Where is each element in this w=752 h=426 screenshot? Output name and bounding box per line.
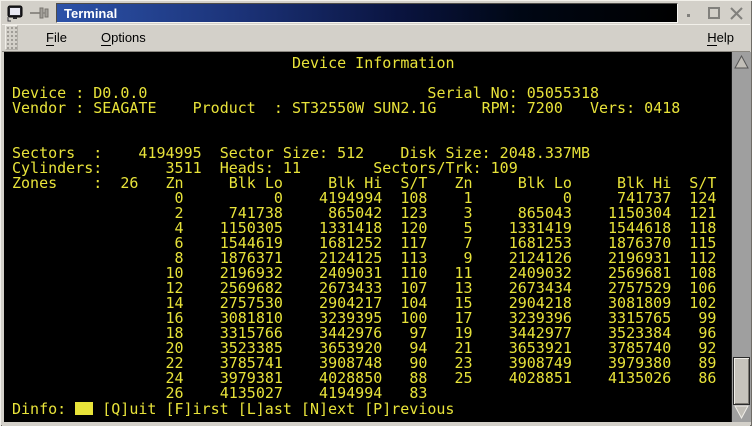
- menu-file-mnemonic: F: [46, 30, 54, 46]
- pushpin-icon[interactable]: [28, 3, 52, 23]
- terminal-line: Device Information: [12, 56, 731, 71]
- menu-help[interactable]: Help: [701, 27, 740, 48]
- close-icon: [729, 6, 744, 21]
- menu-help-mnemonic: H: [707, 30, 716, 46]
- terminal-line: 26 4135027 4194994 83: [12, 386, 731, 401]
- scrollbar-thumb[interactable]: [733, 357, 750, 405]
- minimize-icon: [685, 6, 699, 20]
- window-title: Terminal: [64, 6, 117, 21]
- menubar: File Options Help: [2, 24, 750, 52]
- terminal-output: Device InformationDevice : D0.0.0 Serial…: [12, 56, 731, 401]
- scroll-down-button[interactable]: [732, 403, 751, 421]
- window-controls: [682, 5, 750, 21]
- vertical-scrollbar[interactable]: [731, 52, 751, 422]
- menu-options-mnemonic: O: [101, 30, 111, 46]
- text-cursor: [75, 402, 93, 415]
- scroll-up-button[interactable]: [732, 53, 751, 71]
- close-button[interactable]: [728, 5, 744, 21]
- window-bottom-border: [2, 422, 750, 426]
- menu-options-label: ptions: [111, 30, 146, 45]
- terminal-line: Vendor : SEAGATE Product : ST32550W SUN2…: [12, 101, 731, 116]
- window-title-area[interactable]: Terminal: [56, 3, 678, 23]
- pushpin-icon-glyph: [29, 6, 51, 20]
- monitor-icon-glyph: [7, 5, 24, 22]
- maximize-icon: [707, 6, 721, 20]
- prompt-commands: [Q]uit [F]irst [L]ast [N]ext [P]revious: [93, 400, 454, 418]
- menu-options[interactable]: Options: [95, 27, 152, 48]
- menu-file[interactable]: File: [40, 27, 73, 48]
- prompt-line: Dinfo: [Q]uit [F]irst [L]ast [N]ext [P]r…: [12, 401, 731, 416]
- arrow-up-icon: [734, 55, 749, 69]
- terminal-window: Terminal File Options: [0, 0, 752, 426]
- minimize-button[interactable]: [684, 5, 700, 21]
- menu-file-label: ile: [54, 30, 67, 45]
- maximize-button[interactable]: [706, 5, 722, 21]
- menu-help-label: elp: [717, 30, 734, 45]
- terminal-screen[interactable]: Device InformationDevice : D0.0.0 Serial…: [4, 52, 731, 422]
- arrow-down-icon: [734, 405, 749, 419]
- prompt-label: Dinfo:: [12, 400, 75, 418]
- terminal-line: [12, 116, 731, 131]
- terminal-app-icon[interactable]: [5, 3, 25, 23]
- menubar-drag-handle[interactable]: [5, 25, 18, 50]
- titlebar[interactable]: Terminal: [2, 2, 750, 24]
